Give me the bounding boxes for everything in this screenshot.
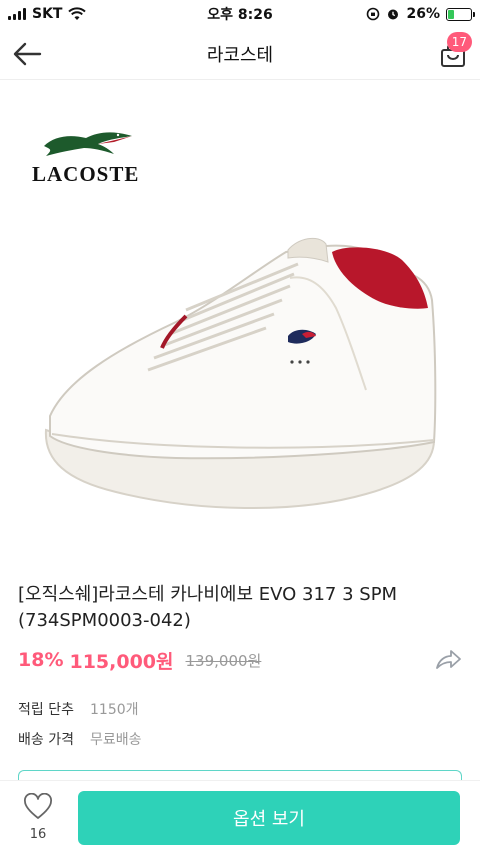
- status-bar: SKT 오후 8:26 26%: [0, 0, 480, 28]
- top-nav: 라코스테 17: [0, 28, 480, 80]
- price-row: 18% 115,000원 139,000원: [18, 646, 462, 674]
- bottom-action-bar: 16 옵션 보기: [0, 780, 480, 854]
- heart-icon[interactable]: [23, 792, 53, 821]
- product-image[interactable]: LACOSTE: [0, 90, 480, 560]
- wifi-icon: [68, 7, 87, 20]
- cart-count-badge: 17: [446, 32, 472, 52]
- alarm-icon: [388, 9, 399, 20]
- lacoste-logo: LACOSTE: [32, 126, 144, 187]
- brand-wordmark: LACOSTE: [32, 162, 140, 186]
- sneaker-image: [44, 237, 437, 509]
- points-label: 적립 단추: [18, 702, 74, 718]
- product-name: [오직스쉐]라코스테 카나비에보 EVO 317 3 SPM (734SPM00…: [18, 584, 398, 631]
- carrier-label: SKT: [32, 6, 63, 22]
- product-info: [오직스쉐]라코스테 카나비에보 EVO 317 3 SPM (734SPM00…: [18, 582, 462, 754]
- original-price: 139,000원: [185, 651, 262, 670]
- battery-percent: 26%: [406, 6, 440, 22]
- shipping-value: 무료배송: [90, 732, 142, 748]
- product-meta: 적립 단추 1150개 배송 가격 무료배송: [18, 694, 462, 754]
- like-count: 16: [29, 827, 47, 842]
- view-options-button[interactable]: 옵션 보기: [78, 791, 460, 845]
- points-value: 1150개: [90, 702, 139, 718]
- shipping-row: 배송 가격 무료배송: [18, 724, 462, 754]
- page-title: 라코스테: [206, 45, 274, 66]
- like-button[interactable]: 16: [18, 792, 58, 842]
- shipping-label: 배송 가격: [18, 732, 74, 748]
- signal-icon: [8, 8, 26, 20]
- share-icon[interactable]: [434, 648, 462, 672]
- points-row: 적립 단추 1150개: [18, 694, 462, 724]
- rotation-lock-icon: [367, 7, 380, 21]
- discount-rate: 18%: [18, 649, 64, 671]
- crocodile-logo-icon: [44, 132, 132, 156]
- battery-icon: [446, 7, 475, 21]
- sale-price: 115,000원: [69, 650, 174, 673]
